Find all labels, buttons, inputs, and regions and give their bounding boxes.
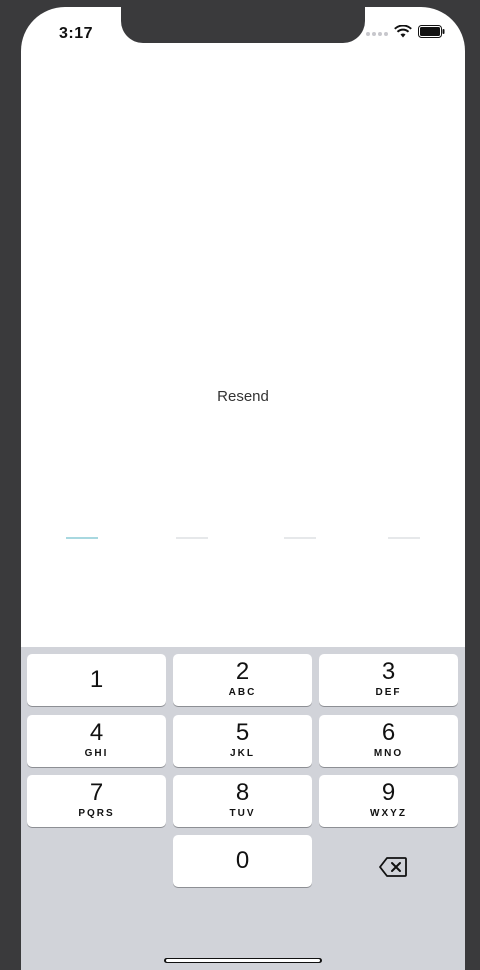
battery-icon: [418, 25, 445, 43]
delete-key[interactable]: [373, 852, 413, 882]
key-number: 2: [235, 658, 250, 685]
otp-digit-1[interactable]: [66, 537, 98, 539]
key-8[interactable]: 8 TUV: [173, 775, 312, 827]
key-letters: ABC: [228, 687, 257, 698]
key-number: 0: [235, 847, 250, 874]
key-letters: WXYZ: [370, 808, 407, 819]
key-letters: GHI: [84, 748, 109, 759]
status-time: 3:17: [59, 25, 94, 42]
key-letters: PQRS: [78, 808, 115, 819]
home-indicator[interactable]: [164, 958, 322, 963]
resend-button[interactable]: Resend: [21, 388, 465, 405]
otp-code-input[interactable]: [21, 537, 465, 541]
key-number: 4: [89, 719, 104, 746]
key-number: 1: [89, 666, 104, 693]
key-number: 8: [235, 779, 250, 806]
key-6[interactable]: 6 MNO: [319, 715, 458, 767]
key-number: 9: [381, 779, 396, 806]
key-9[interactable]: 9 WXYZ: [319, 775, 458, 827]
otp-digit-4[interactable]: [388, 537, 420, 539]
numeric-keypad: 1 2 ABC 3 DEF 4 GHI 5 JKL 6 MNO 7 PQRS 8…: [21, 647, 465, 970]
key-number: 3: [381, 658, 396, 685]
key-number: 5: [235, 719, 250, 746]
key-letters: DEF: [375, 687, 402, 698]
status-icons: [366, 24, 445, 43]
device-frame: 3:17 Resend 1 2 ABC 3 DEF 4 GHI 5 JKL 6 …: [0, 0, 480, 970]
key-2[interactable]: 2 ABC: [173, 654, 312, 706]
key-number: 6: [381, 719, 396, 746]
cellular-signal-icon: [366, 32, 388, 36]
key-letters: JKL: [230, 748, 255, 759]
key-1[interactable]: 1: [27, 654, 166, 706]
key-4[interactable]: 4 GHI: [27, 715, 166, 767]
otp-digit-2[interactable]: [176, 537, 208, 539]
key-5[interactable]: 5 JKL: [173, 715, 312, 767]
key-3[interactable]: 3 DEF: [319, 654, 458, 706]
key-7[interactable]: 7 PQRS: [27, 775, 166, 827]
key-letters: TUV: [229, 808, 256, 819]
screen: 3:17 Resend 1 2 ABC 3 DEF 4 GHI 5 JKL 6 …: [21, 7, 465, 970]
otp-digit-3[interactable]: [284, 537, 316, 539]
wifi-icon: [394, 24, 412, 43]
key-number: 7: [89, 779, 104, 806]
key-0[interactable]: 0: [173, 835, 312, 887]
device-notch: [121, 7, 365, 43]
key-letters: MNO: [373, 748, 404, 759]
